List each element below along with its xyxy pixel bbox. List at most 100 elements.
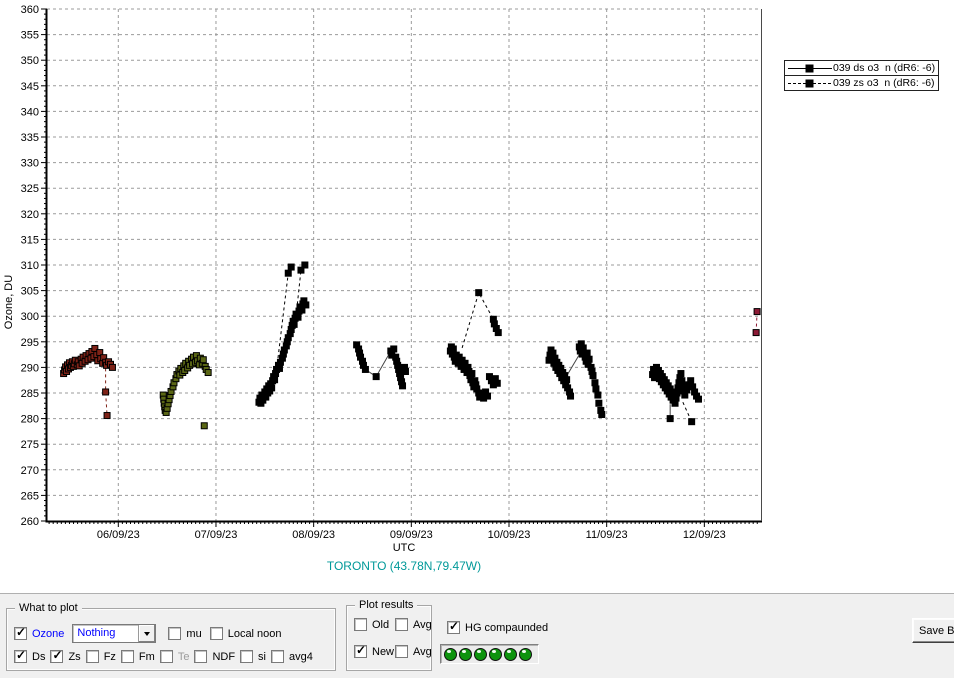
cluster-ds-1209 [753, 309, 760, 336]
checkmark-icon: ✓ [16, 625, 26, 639]
y-axis-title: Ozone, DU [3, 272, 15, 332]
svg-text:270: 270 [21, 465, 39, 477]
ndf-checkbox[interactable] [194, 650, 207, 663]
svg-text:335: 335 [21, 132, 39, 144]
ds-control[interactable]: ✓ Ds [14, 650, 45, 663]
cluster-zs-0609 [201, 423, 207, 429]
ds-label: Ds [32, 651, 45, 663]
ndf-control[interactable]: NDF [194, 650, 235, 663]
ozone-checkbox[interactable]: ✓ [14, 627, 27, 640]
old-control[interactable]: Old [354, 618, 395, 631]
new-control[interactable]: ✓ New [354, 645, 395, 658]
avg4-label: avg4 [289, 651, 313, 663]
svg-text:340: 340 [21, 106, 39, 118]
hg-compaunded-control: ✓ HG compaunded [447, 621, 548, 634]
avg-new-control[interactable]: Avg [395, 645, 432, 658]
new-label: New [372, 646, 394, 658]
si-control[interactable]: si [240, 650, 266, 663]
legend-entry-label: 039 zs o3 n (dR6: -6) [833, 77, 935, 89]
chart-region: 2602652702752802852902953003053103153203… [0, 0, 954, 593]
avg-old-control[interactable]: Avg [395, 618, 432, 631]
checkmark-icon: ✓ [16, 648, 26, 662]
svg-text:06/09/23: 06/09/23 [97, 529, 140, 541]
what-to-plot-row1: ✓ Ozone Nothing mu Local noon [14, 624, 290, 643]
x-axis-title: UTC [47, 542, 761, 554]
te-control: Te [160, 650, 190, 663]
svg-text:355: 355 [21, 30, 39, 42]
checkmark-icon: ✓ [449, 619, 459, 633]
cluster-ds-1009 [546, 341, 605, 418]
avg-old-label: Avg [413, 619, 432, 631]
gridlines [47, 9, 761, 521]
hg-led-indicator [489, 648, 502, 661]
svg-text:305: 305 [21, 286, 39, 298]
svg-text:315: 315 [21, 234, 39, 246]
station-title: TORONTO (43.78N,79.47W) [47, 559, 761, 573]
plot-results-row1: Old Avg [354, 618, 432, 631]
te-label: Te [178, 651, 190, 663]
local-noon-label: Local noon [228, 628, 282, 640]
ozone-label: Ozone [32, 628, 64, 640]
legend-entry: 039 zs o3 n (dR6: -6) [784, 75, 939, 91]
legend-entry-label: 039 ds o3 n (dR6: -6) [833, 62, 935, 74]
ds-checkbox[interactable]: ✓ [14, 650, 27, 663]
zs-label: Zs [68, 651, 80, 663]
svg-text:310: 310 [21, 260, 39, 272]
cluster-zs-0709 [285, 262, 308, 276]
svg-text:09/09/23: 09/09/23 [390, 529, 433, 541]
avg4-checkbox[interactable] [271, 650, 284, 663]
checkmark-icon: ✓ [52, 648, 62, 662]
chart-legend: 039 ds o3 n (dR6: -6) 039 zs o3 n (dR6: -… [784, 60, 939, 91]
cluster-ds-1109 [650, 364, 702, 406]
plot-results-title: Plot results [355, 598, 417, 612]
ndf-label: NDF [212, 651, 235, 663]
svg-text:290: 290 [21, 362, 39, 374]
solid-line-sample [787, 63, 833, 74]
svg-text:295: 295 [21, 337, 39, 349]
new-checkbox[interactable]: ✓ [354, 645, 367, 658]
zs-checkbox[interactable]: ✓ [50, 650, 63, 663]
hg-compaunded-label: HG compaunded [465, 622, 548, 634]
plot-results-row2: ✓ NewAvg [354, 645, 432, 658]
what-to-plot-row2: ✓ Ds ✓ Zs Fz Fm Te NDF si avg4 [14, 650, 313, 663]
local-noon-control[interactable]: Local noon [210, 627, 282, 640]
si-label: si [258, 651, 266, 663]
mu-checkbox[interactable] [168, 627, 181, 640]
axis-tick-labels: 2602652702752802852902953003053103153203… [21, 4, 726, 541]
fz-checkbox[interactable] [86, 650, 99, 663]
svg-text:08/09/23: 08/09/23 [292, 529, 335, 541]
cluster-zs-0909 [476, 290, 502, 336]
avg4-control[interactable]: avg4 [271, 650, 313, 663]
hg-led-indicator [459, 648, 472, 661]
ozone-source-combobox[interactable]: Nothing [72, 624, 156, 643]
save-bmp-button[interactable]: Save BM [912, 618, 954, 643]
te-checkbox [160, 650, 173, 663]
avg-old-checkbox[interactable] [395, 618, 408, 631]
bottom-control-panel: What to plot ✓OzoneNothingmuLocal noon ✓… [0, 593, 954, 678]
si-checkbox[interactable] [240, 650, 253, 663]
local-noon-checkbox[interactable] [210, 627, 223, 640]
fm-label: Fm [139, 651, 155, 663]
zs-control[interactable]: ✓ Zs [50, 650, 80, 663]
combobox-dropdown-button[interactable] [138, 625, 155, 642]
data-series [61, 262, 760, 429]
hg-led-indicator [474, 648, 487, 661]
mu-control[interactable]: mu [168, 627, 201, 640]
old-checkbox[interactable] [354, 618, 367, 631]
avg-new-checkbox[interactable] [395, 645, 408, 658]
checkmark-icon: ✓ [356, 643, 366, 657]
hg-compaunded-checkbox[interactable]: ✓ [447, 621, 460, 634]
mu-label: mu [186, 628, 201, 640]
what-to-plot-groupbox: What to plot ✓OzoneNothingmuLocal noon ✓… [6, 608, 336, 671]
ozone-control[interactable]: ✓ Ozone [14, 627, 64, 640]
hg-compaunded-control[interactable]: ✓ HG compaunded [447, 621, 548, 634]
cluster-zs-1109 [667, 416, 694, 425]
fm-checkbox[interactable] [121, 650, 134, 663]
svg-text:345: 345 [21, 81, 39, 93]
svg-text:280: 280 [21, 414, 39, 426]
fm-control[interactable]: Fm [121, 650, 155, 663]
legend-entry: 039 ds o3 n (dR6: -6) [784, 60, 939, 76]
chevron-down-icon [144, 632, 150, 636]
svg-text:285: 285 [21, 388, 39, 400]
fz-control[interactable]: Fz [86, 650, 116, 663]
